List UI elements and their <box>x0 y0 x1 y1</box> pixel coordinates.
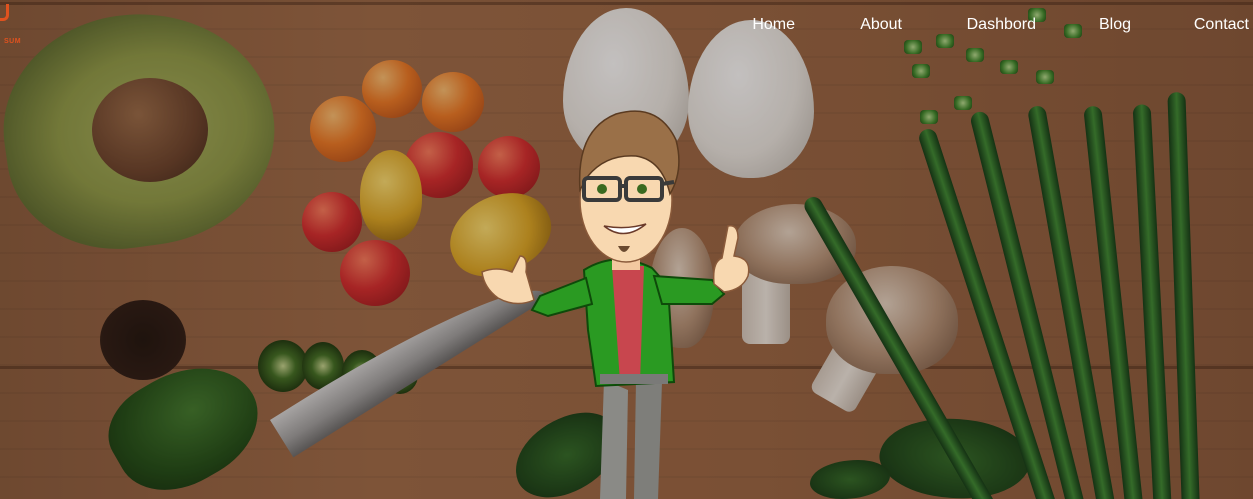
character-belt <box>600 374 668 384</box>
nav-link-about[interactable]: About <box>860 16 902 34</box>
nav-link-dashbord[interactable]: Dashbord <box>967 16 1036 34</box>
nav-link-home[interactable]: Home <box>752 16 795 34</box>
site-logo[interactable]: SUM <box>0 0 40 46</box>
nav-link-blog[interactable]: Blog <box>1099 16 1131 34</box>
character-eye <box>597 184 607 194</box>
character-arm <box>530 276 594 318</box>
hero-banner: SUM Home About Dashbord Blog Contact <box>0 0 1253 499</box>
character-eye <box>637 184 647 194</box>
character-leg <box>634 380 662 499</box>
character-leg <box>600 380 628 499</box>
character-hand <box>481 255 535 305</box>
cartoon-character-illustration <box>481 110 750 499</box>
logo-text: SUM <box>4 38 22 45</box>
nav-link-contact[interactable]: Contact <box>1194 16 1249 34</box>
logo-mark-icon <box>0 4 9 21</box>
character-thumbs-up-hand <box>712 225 750 293</box>
